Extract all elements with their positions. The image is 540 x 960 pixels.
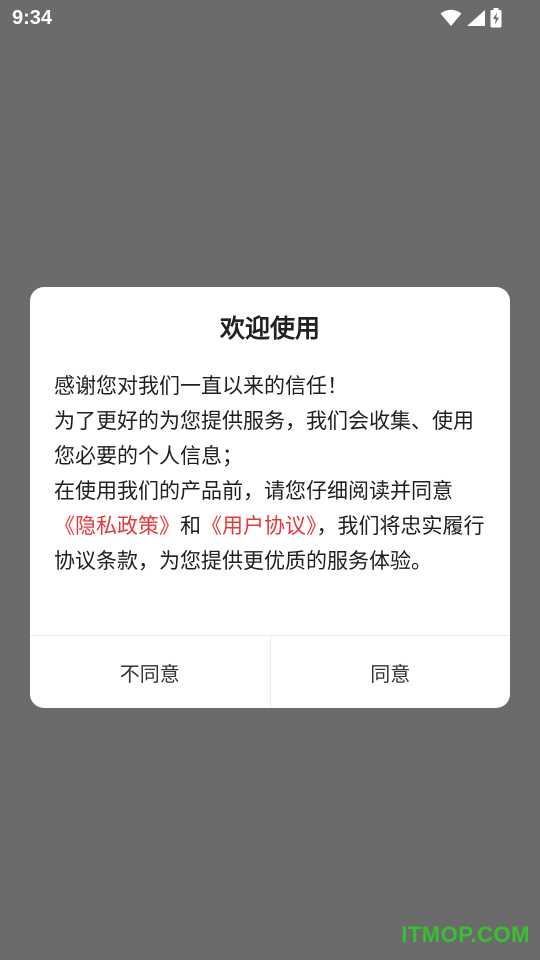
message-line-collect: 为了更好的为您提供服务，我们会收集、使用您必要的个人信息； xyxy=(54,409,474,468)
status-bar: 9:34 xyxy=(0,0,540,36)
message-read-prefix: 在使用我们的产品前，请您仔细阅读并同意 xyxy=(54,479,453,503)
watermark: ITMOP.COM xyxy=(401,922,530,947)
disagree-button[interactable]: 不同意 xyxy=(30,636,270,708)
message-and-text: 和 xyxy=(180,514,201,538)
user-agreement-link[interactable]: 《用户协议》 xyxy=(201,514,317,538)
dialog-title: 欢迎使用 xyxy=(219,314,320,343)
dialog-button-row: 不同意 同意 xyxy=(30,636,510,708)
status-time: 9:34 xyxy=(12,7,53,29)
message-line-trust: 感谢您对我们一直以来的信任！ xyxy=(54,374,348,398)
wifi-icon xyxy=(440,9,462,27)
consent-dialog: 欢迎使用 感谢您对我们一直以来的信任！ 为了更好的为您提供服务，我们会收集、使用… xyxy=(30,287,510,708)
signal-icon xyxy=(466,9,486,27)
status-icons xyxy=(440,6,502,30)
privacy-policy-link[interactable]: 《隐私政策》 xyxy=(54,514,180,538)
message-line-read-agreements: 在使用我们的产品前，请您仔细阅读并同意《隐私政策》和《用户协议》，我们将忠实履行… xyxy=(54,474,490,579)
agree-button[interactable]: 同意 xyxy=(271,636,511,708)
dialog-message: 感谢您对我们一直以来的信任！ 为了更好的为您提供服务，我们会收集、使用您必要的个… xyxy=(54,369,490,579)
battery-charging-icon xyxy=(490,8,502,28)
